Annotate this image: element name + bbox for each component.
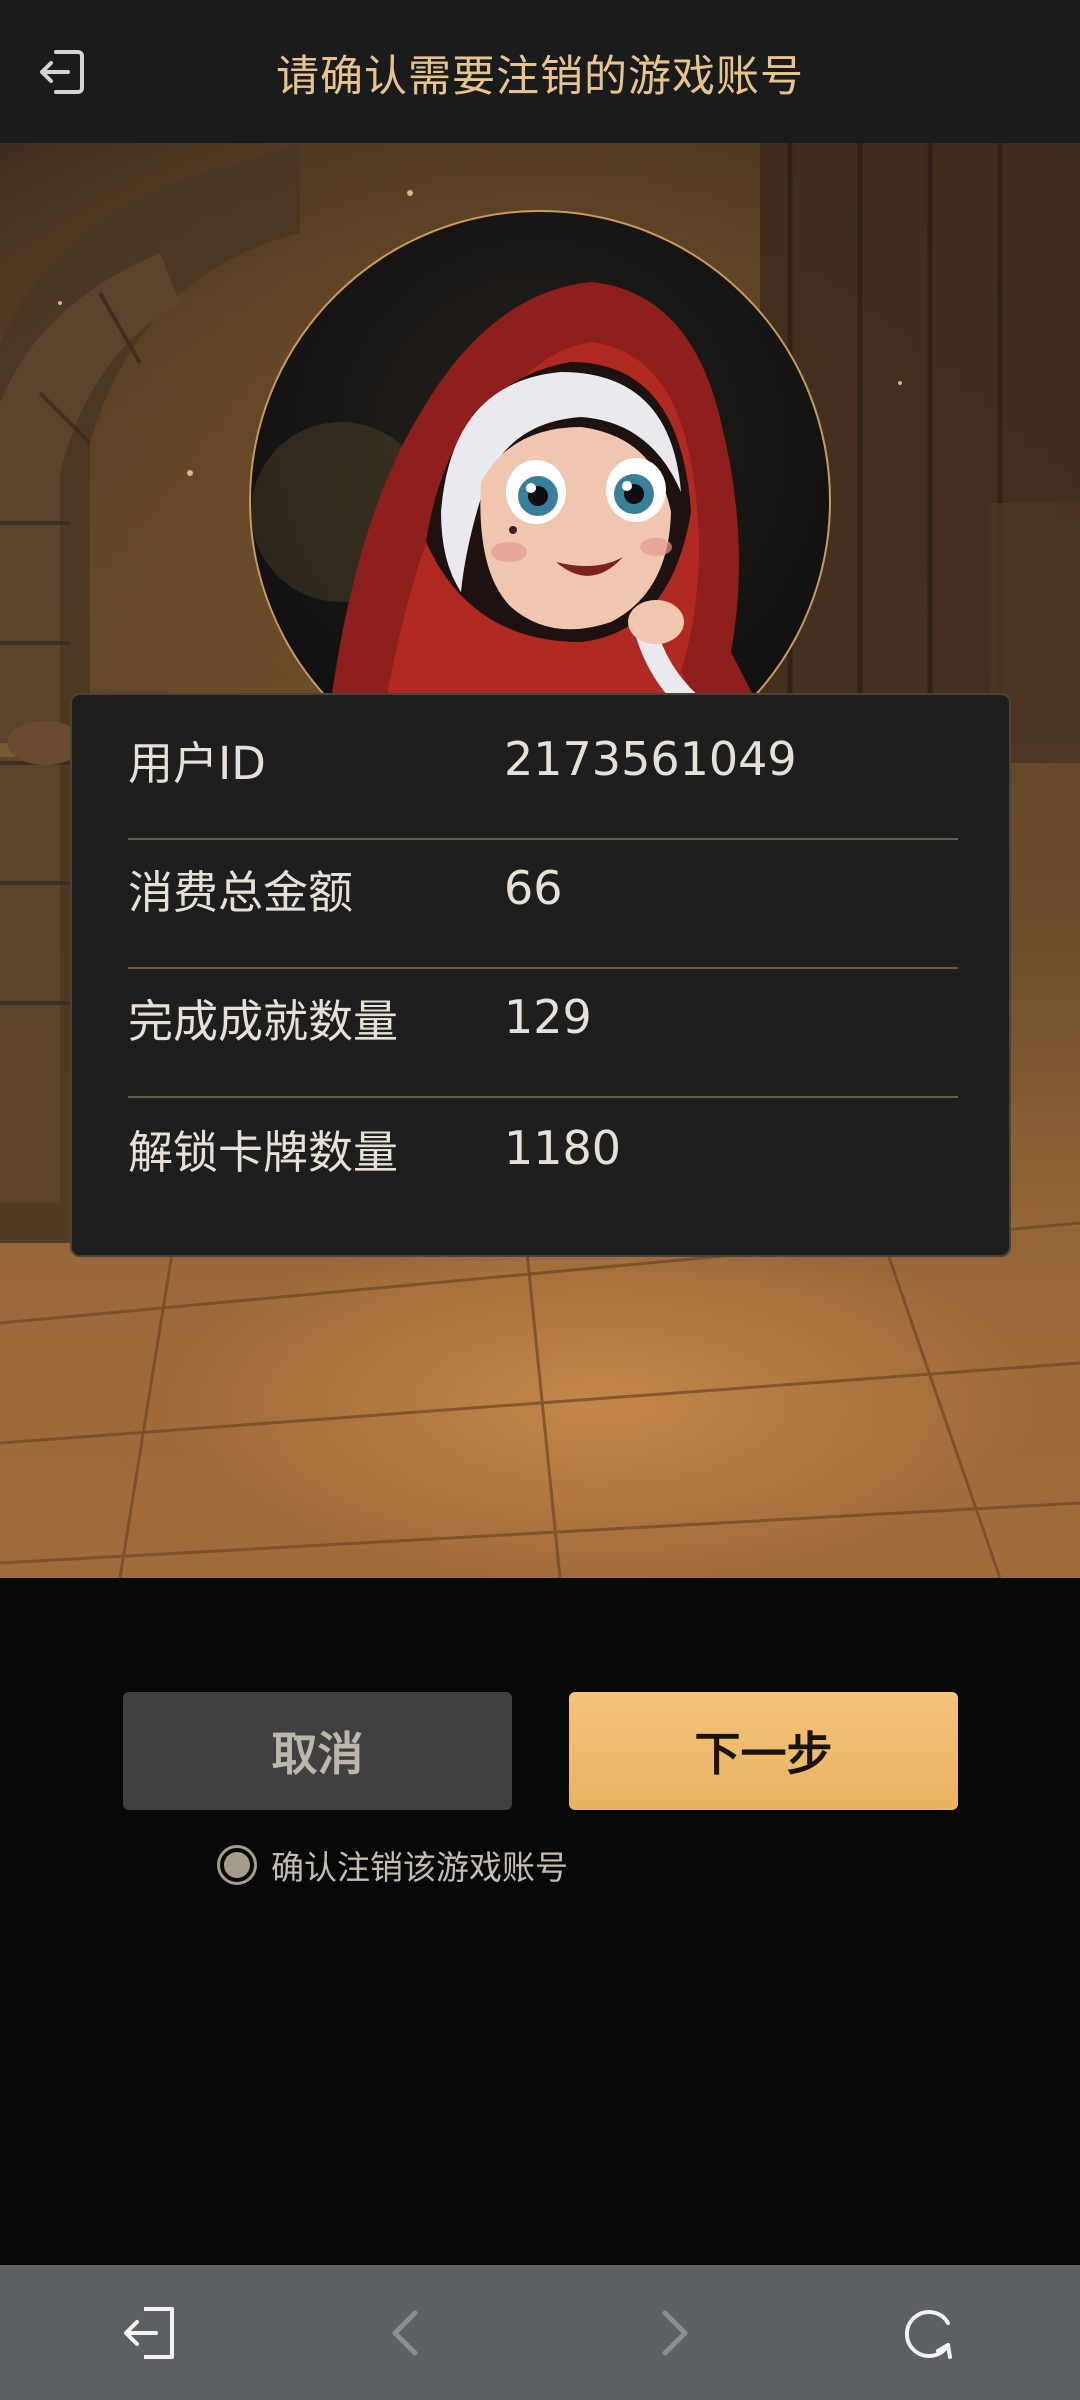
exit-icon: [124, 2307, 174, 2359]
next-step-button[interactable]: 下一步: [569, 1692, 958, 1810]
row-label: 用户ID: [128, 736, 266, 790]
nav-back-button[interactable]: [365, 2293, 445, 2373]
confirm-deletion-option[interactable]: 确认注销该游戏账号: [217, 1843, 568, 1887]
cancel-button[interactable]: 取消: [123, 1692, 512, 1810]
refresh-button[interactable]: [890, 2293, 970, 2373]
confirm-label: 确认注销该游戏账号: [271, 1848, 568, 1887]
forward-chevron-icon: [662, 2310, 688, 2356]
confirm-radio[interactable]: [217, 1845, 257, 1885]
row-label: 完成成就数量: [128, 994, 399, 1048]
header-bar: 请确认需要注销的游戏账号: [0, 0, 1080, 143]
exit-button[interactable]: [110, 2293, 190, 2373]
row-label: 消费总金额: [128, 865, 354, 919]
row-value: 1180: [504, 1121, 622, 1175]
account-info-card: 用户ID 2173561049 消费总金额 66 完成成就数量 129 解锁卡牌…: [70, 693, 1011, 1257]
info-row-achievements: 完成成就数量 129: [128, 953, 958, 1081]
nav-forward-button[interactable]: [635, 2293, 715, 2373]
refresh-icon: [904, 2310, 952, 2359]
radio-dot: [224, 1852, 250, 1878]
row-value: 66: [504, 861, 563, 915]
info-row-total-spent: 消费总金额 66: [128, 824, 958, 952]
row-value: 129: [504, 990, 592, 1044]
bottom-nav-bar: [0, 2265, 1080, 2400]
info-row-user-id: 用户ID 2173561049: [128, 695, 958, 823]
account-deletion-page: 请确认需要注销的游戏账号 用户ID 2173561049 消费总金额 66 完成…: [0, 0, 1080, 2400]
back-chevron-icon: [392, 2310, 418, 2356]
info-row-cards-unlocked: 解锁卡牌数量 1180: [128, 1084, 958, 1212]
page-title: 请确认需要注销的游戏账号: [276, 52, 804, 102]
row-value: 2173561049: [504, 732, 797, 786]
row-label: 解锁卡牌数量: [128, 1125, 399, 1179]
